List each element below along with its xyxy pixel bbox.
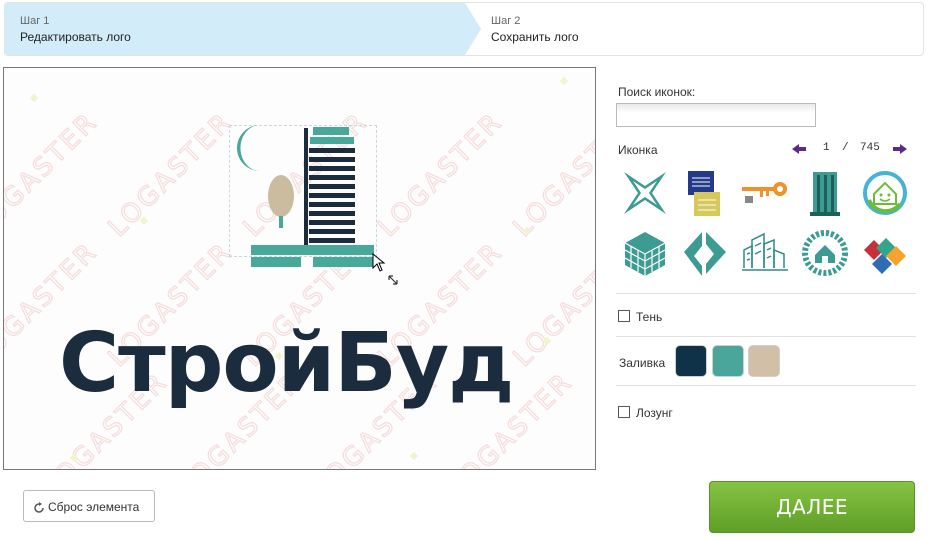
divider xyxy=(616,336,916,337)
fill-label: Заливка xyxy=(619,356,666,370)
next-page-arrow-icon[interactable] xyxy=(892,143,908,155)
building-logo-icon[interactable] xyxy=(229,118,389,268)
logo-canvas[interactable]: LOGASTER LOGASTER LOGASTER LOGASTER LOGASTER… xyxy=(3,67,596,470)
fill-color-dark-swatch[interactable] xyxy=(676,346,706,376)
fill-color-beige-swatch[interactable] xyxy=(749,346,779,376)
prev-page-arrow-icon[interactable] xyxy=(791,143,807,155)
watermark-text: LOGASTER xyxy=(508,107,596,243)
shadow-label: Тень xyxy=(636,310,663,324)
next-button[interactable]: ДАЛЕЕ xyxy=(709,481,915,533)
icon-label: Иконка xyxy=(618,143,658,157)
fill-color-teal-swatch[interactable] xyxy=(713,346,743,376)
step-1: Шаг 1 Редактировать лого xyxy=(5,3,465,55)
building-card-icon[interactable] xyxy=(680,168,730,218)
watermark-text: LOGASTER xyxy=(508,237,596,373)
step-1-number: Шаг 1 xyxy=(20,15,50,27)
tower-icon[interactable] xyxy=(800,168,850,218)
reset-button-label: Сброс элемента xyxy=(48,500,140,514)
step-2-title: Сохранить лого xyxy=(491,30,579,44)
page-current: 1 xyxy=(823,142,830,154)
city-sketch-icon[interactable] xyxy=(740,228,790,278)
arrow-blocks-icon[interactable] xyxy=(680,228,730,278)
step-arrow xyxy=(465,3,481,55)
watermark-text: LOGASTER xyxy=(103,107,239,243)
watermark-text: LOGASTER xyxy=(4,107,104,243)
icon-search-input[interactable] xyxy=(616,103,816,127)
step-1-title: Редактировать лого xyxy=(20,30,131,44)
shadow-checkbox[interactable] xyxy=(618,310,630,322)
logo-title-text[interactable]: СтройБуд xyxy=(59,316,514,411)
slogan-checkbox[interactable] xyxy=(618,406,630,418)
x-star-icon[interactable] xyxy=(620,168,670,218)
steps-bar: Шаг 1 Редактировать лого Шаг 2 Сохранить… xyxy=(4,2,924,56)
slogan-label: Лозунг xyxy=(636,406,673,420)
step-2-number: Шаг 2 xyxy=(491,15,521,27)
page-total: 745 xyxy=(860,142,880,154)
eco-house-icon[interactable] xyxy=(860,168,910,218)
search-label: Поиск иконок: xyxy=(618,85,696,99)
house-circle-icon[interactable] xyxy=(800,228,850,278)
page-separator: / xyxy=(842,142,849,154)
cube-icon[interactable] xyxy=(620,228,670,278)
divider xyxy=(616,385,916,386)
mouse-cursor-icon xyxy=(372,253,398,285)
reset-icon xyxy=(34,502,44,513)
reset-element-button[interactable]: Сброс элемента xyxy=(23,490,155,522)
watermark-text: LOGASTER xyxy=(373,107,509,243)
key-icon[interactable] xyxy=(740,168,790,218)
divider xyxy=(616,293,916,294)
diamond-blocks-icon[interactable] xyxy=(860,228,910,278)
